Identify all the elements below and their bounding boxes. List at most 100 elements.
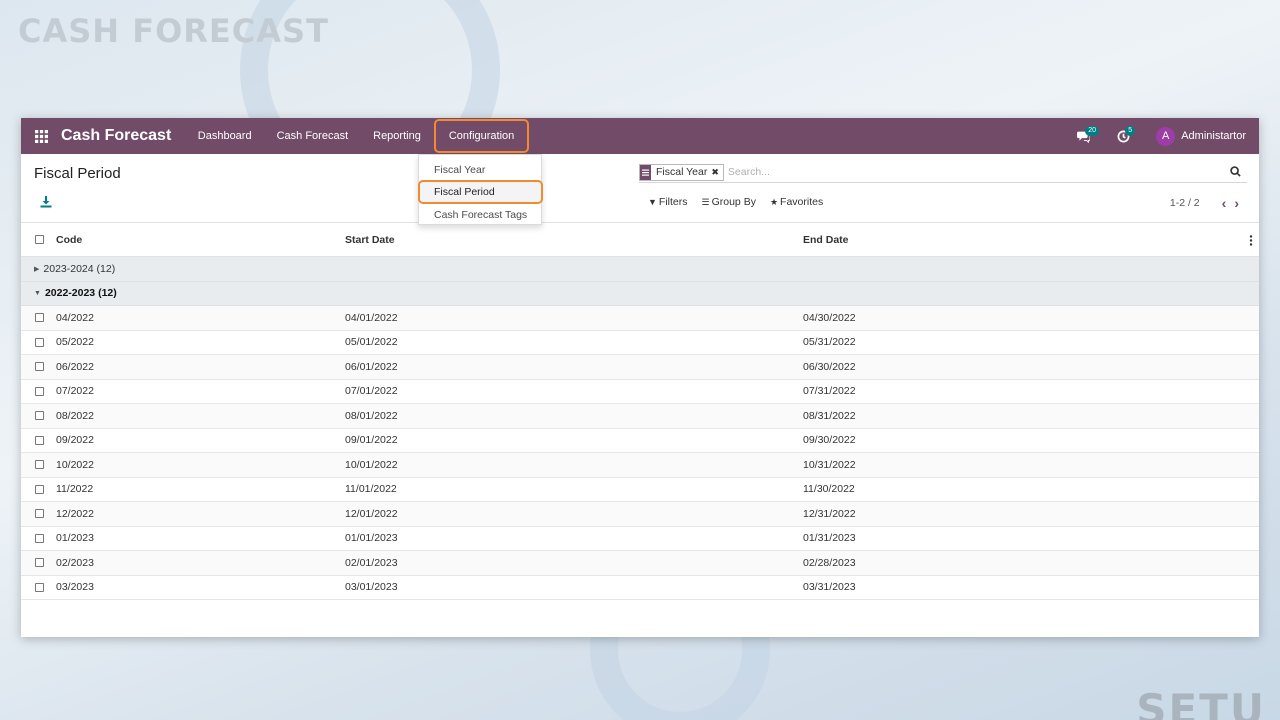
table-row[interactable]: 02/2023 02/01/2023 02/28/2023 (21, 551, 1259, 576)
cell-end-date: 05/31/2022 (803, 336, 856, 349)
table-row[interactable]: 07/2022 07/01/2022 07/31/2022 (21, 380, 1259, 404)
column-header-code[interactable]: Code (56, 234, 345, 246)
configuration-dropdown: Fiscal Year Fiscal Period Cash Forecast … (418, 154, 543, 225)
search-bar: Fiscal Year ✖ (639, 162, 1247, 183)
row-checkbox[interactable] (34, 435, 44, 445)
user-menu[interactable]: A Administartor (1156, 126, 1246, 146)
table-row[interactable]: 09/2022 09/01/2022 09/30/2022 (21, 429, 1259, 453)
row-checkbox[interactable] (34, 313, 44, 323)
cell-code: 03/2023 (56, 581, 94, 594)
row-checkbox[interactable] (34, 533, 44, 543)
menu-reporting[interactable]: Reporting (361, 118, 434, 154)
download-icon[interactable] (40, 196, 52, 208)
more-options-icon[interactable] (1249, 235, 1253, 246)
navbar-systray: 20 5 A Administartor (1068, 118, 1259, 154)
search-options: ▼ Filters ☰ Group By ★ Favorites (648, 196, 837, 208)
cell-start-date: 04/01/2022 (345, 311, 398, 324)
page-title: Fiscal Period (34, 165, 121, 182)
cell-start-date: 09/01/2022 (345, 434, 398, 447)
group-row-2023-2024[interactable]: ▶ 2023-2024 (12) (21, 257, 1259, 282)
pager-value[interactable]: 1-2 / 2 (1170, 197, 1200, 209)
column-header-end-date[interactable]: End Date (803, 234, 1259, 246)
row-checkbox[interactable] (34, 362, 44, 372)
favorites-button[interactable]: ★ Favorites (770, 196, 823, 208)
search-input[interactable] (727, 166, 1247, 178)
select-all-checkbox[interactable] (34, 235, 44, 244)
table-row[interactable]: 01/2023 01/01/2023 01/31/2023 (21, 527, 1259, 551)
chevron-right-icon[interactable]: › (1234, 195, 1239, 211)
group-label: 2023-2024 (12) (43, 262, 116, 275)
background-title: CASH FORECAST (18, 12, 329, 50)
cell-start-date: 10/01/2022 (345, 458, 398, 471)
activities-badge: 5 (1125, 126, 1136, 136)
cell-code: 07/2022 (56, 385, 94, 398)
app-brand[interactable]: Cash Forecast (61, 127, 171, 145)
cell-start-date: 11/01/2022 (345, 483, 397, 496)
cell-end-date: 11/30/2022 (803, 483, 855, 496)
filters-button[interactable]: ▼ Filters (648, 196, 688, 208)
favorites-label: Favorites (780, 196, 824, 208)
table-row[interactable]: 06/2022 06/01/2022 06/30/2022 (21, 355, 1259, 380)
cell-end-date: 07/31/2022 (803, 385, 856, 398)
list-body: 04/2022 04/01/2022 04/30/2022 05/2022 05/01… (21, 306, 1259, 600)
row-checkbox[interactable] (34, 460, 44, 470)
activities-button[interactable]: 5 (1108, 118, 1138, 154)
close-icon[interactable]: ✖ (711, 167, 723, 178)
row-checkbox[interactable] (34, 337, 44, 347)
chevron-left-icon[interactable]: ‹ (1222, 195, 1227, 211)
cell-code: 08/2022 (56, 409, 94, 422)
menu-item-fiscal-year[interactable]: Fiscal Year (419, 159, 541, 180)
menu-item-fiscal-period[interactable]: Fiscal Period (418, 180, 543, 204)
search-facet: Fiscal Year ✖ (639, 163, 724, 181)
filters-label: Filters (658, 196, 688, 208)
cell-end-date: 04/30/2022 (803, 311, 856, 324)
filter-icon: ▼ (648, 197, 657, 207)
cell-end-date: 09/30/2022 (803, 434, 856, 447)
cell-code: 04/2022 (56, 311, 94, 324)
menu-configuration[interactable]: Configuration (434, 119, 529, 153)
column-header-start-date[interactable]: Start Date (345, 234, 803, 246)
pager: 1-2 / 2 ‹ › (1170, 195, 1239, 211)
row-checkbox[interactable] (34, 411, 44, 421)
group-by-label: Group By (711, 196, 756, 208)
menu-cash-forecast[interactable]: Cash Forecast (264, 118, 361, 154)
table-row[interactable]: 05/2022 05/01/2022 05/31/2022 (21, 331, 1259, 355)
group-row-2022-2023[interactable]: ▼ 2022-2023 (12) (21, 281, 1259, 306)
background-logo: SETU (1136, 685, 1266, 720)
cell-end-date: 10/31/2022 (803, 458, 856, 471)
messaging-button[interactable]: 20 (1068, 118, 1099, 154)
top-navbar: Cash Forecast Dashboard Cash Forecast Re… (21, 118, 1259, 225)
row-checkbox[interactable] (34, 558, 44, 568)
cell-end-date: 02/28/2023 (803, 556, 856, 569)
cell-start-date: 12/01/2022 (345, 507, 398, 520)
user-name: Administartor (1181, 130, 1246, 142)
list-header: Code Start Date End Date (21, 223, 1259, 257)
star-icon: ★ (769, 196, 779, 207)
cell-start-date: 02/01/2023 (345, 556, 398, 569)
row-checkbox[interactable] (34, 509, 44, 519)
cell-code: 01/2023 (56, 532, 94, 545)
messages-badge: 20 (1085, 126, 1099, 136)
cell-code: 02/2023 (56, 556, 94, 569)
row-checkbox[interactable] (34, 484, 44, 494)
row-checkbox[interactable] (34, 386, 44, 396)
table-row[interactable]: 04/2022 04/01/2022 04/30/2022 (21, 306, 1259, 331)
table-row[interactable]: 08/2022 08/01/2022 08/31/2022 (21, 404, 1259, 429)
menu-item-cash-forecast-tags[interactable]: Cash Forecast Tags (419, 204, 541, 225)
search-icon[interactable] (1230, 166, 1241, 177)
table-row[interactable]: 10/2022 10/01/2022 10/31/2022 (21, 453, 1259, 478)
grid-icon[interactable] (21, 118, 61, 154)
list-icon: ☰ (701, 196, 710, 207)
row-checkbox[interactable] (34, 582, 44, 592)
table-row[interactable]: 03/2023 03/01/2023 03/31/2023 (21, 576, 1259, 600)
cell-end-date: 01/31/2023 (803, 532, 856, 545)
cell-code: 06/2022 (56, 360, 94, 373)
avatar: A (1156, 126, 1176, 146)
menu-dashboard[interactable]: Dashboard (185, 118, 264, 154)
table-row[interactable]: 11/2022 11/01/2022 11/30/2022 (21, 478, 1259, 502)
table-row[interactable]: 12/2022 12/01/2022 12/31/2022 (21, 502, 1259, 527)
cell-start-date: 07/01/2022 (345, 385, 398, 398)
cell-start-date: 03/01/2023 (345, 581, 398, 594)
group-by-button[interactable]: ☰ Group By (702, 196, 756, 208)
cell-start-date: 05/01/2022 (345, 336, 398, 349)
